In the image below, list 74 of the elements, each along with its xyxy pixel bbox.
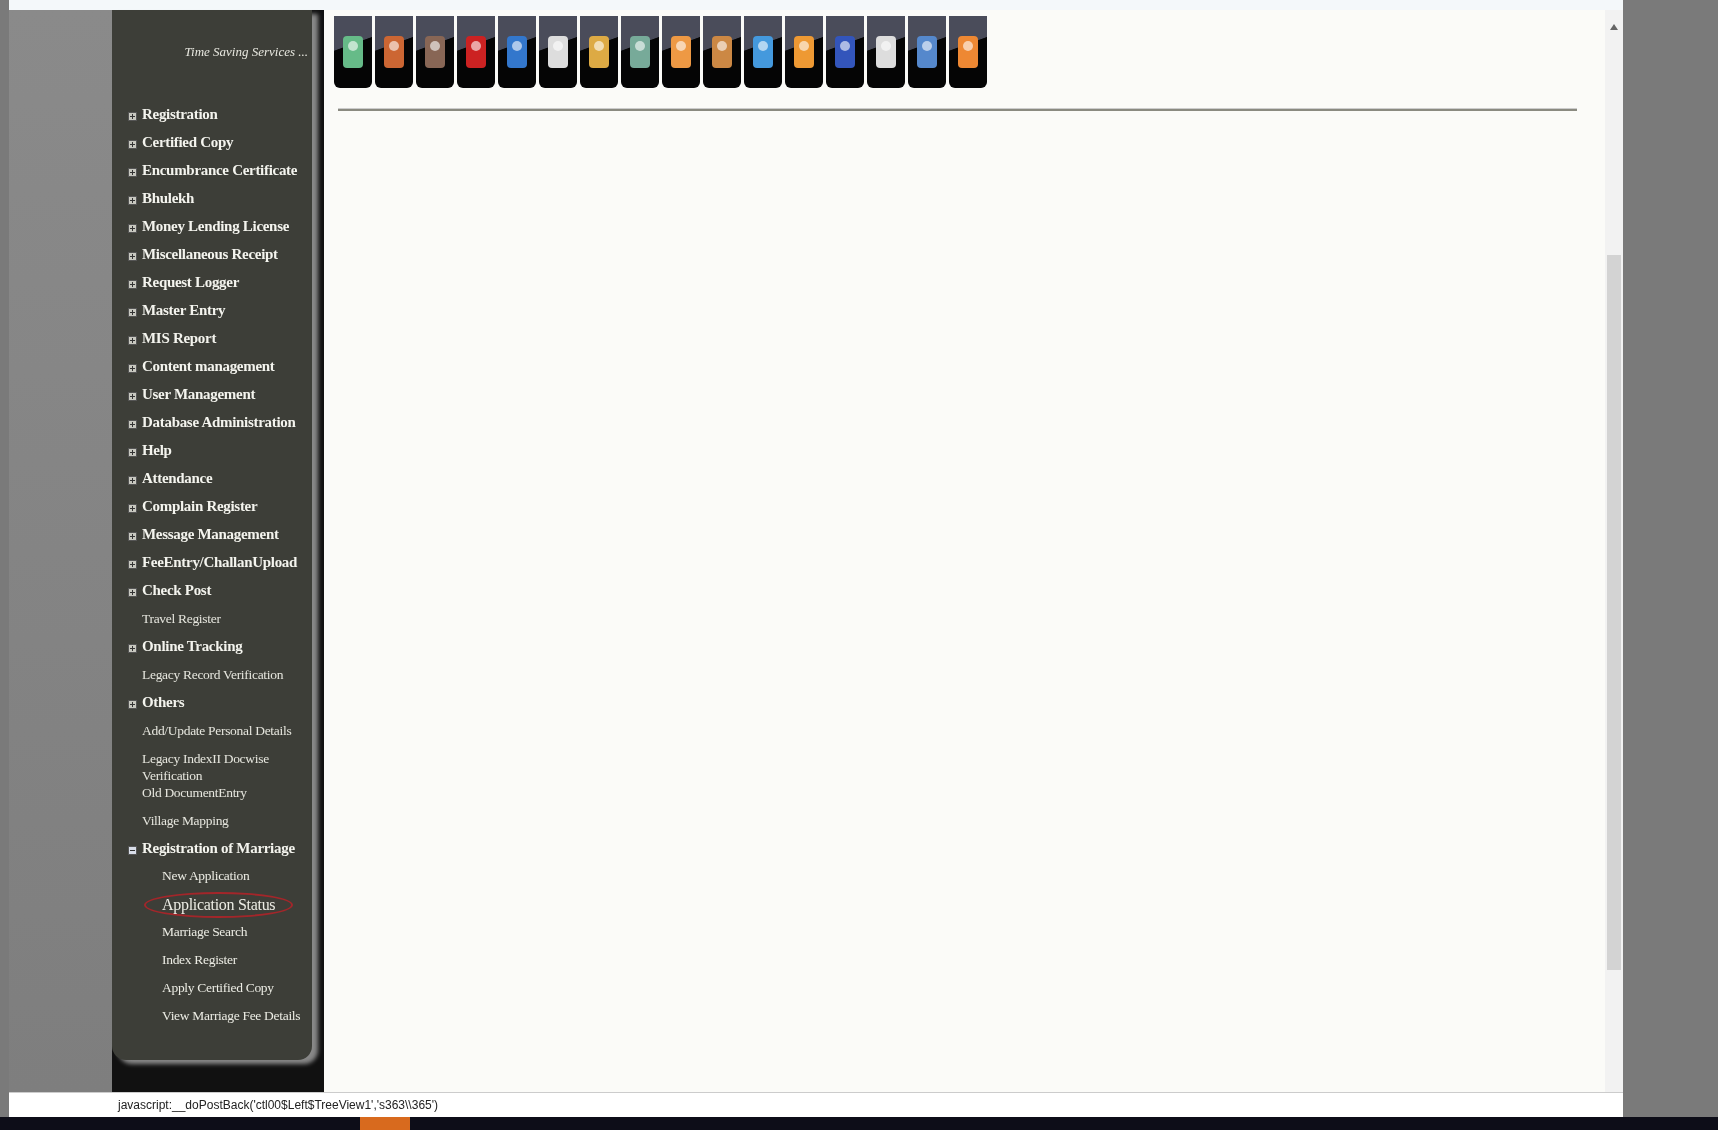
expand-icon[interactable] [128,644,137,653]
tree-item[interactable]: Others [142,694,185,711]
tree-item[interactable]: Money Lending License [142,218,290,235]
tree-item[interactable]: Miscellaneous Receipt [142,246,278,263]
collapse-icon[interactable] [128,846,137,855]
tree-item[interactable]: Certified Copy [142,134,234,151]
expand-icon[interactable] [128,224,137,233]
tree-item[interactable]: Message Management [142,526,279,543]
tree-item[interactable]: Online Tracking [142,638,243,655]
toolbar-tile[interactable] [703,16,741,88]
tree-item[interactable]: Apply Certified Copy [162,980,274,996]
toolbar-tile[interactable] [621,16,659,88]
expand-icon[interactable] [128,560,137,569]
toolbar-tile[interactable] [949,16,987,88]
expand-icon[interactable] [128,112,137,121]
toolbar-tile[interactable] [457,16,495,88]
toolbar-tile[interactable] [498,16,536,88]
tree-item[interactable]: User Management [142,386,256,403]
tagline: Time Saving Services ... [184,44,308,60]
tree-item[interactable]: Registration [142,106,218,123]
tree-item[interactable]: Marriage Search [162,924,248,940]
expand-icon[interactable] [128,196,137,205]
tree-item[interactable]: View Marriage Fee Details [162,1008,301,1024]
expand-icon[interactable] [128,308,137,317]
toolbar-tile[interactable] [908,16,946,88]
toolbar-tile[interactable] [826,16,864,88]
expand-icon[interactable] [128,280,137,289]
tree-item[interactable]: Add/Update Personal Details [142,722,292,739]
expand-icon[interactable] [128,588,137,597]
expand-icon[interactable] [128,392,137,401]
expand-icon[interactable] [128,448,137,457]
expand-icon[interactable] [128,252,137,261]
toolbar-tile[interactable] [744,16,782,88]
tree-item[interactable]: Encumbrance Certificate [142,162,298,179]
tree-item[interactable]: Legacy IndexII Docwise Verification [142,750,307,784]
scroll-up-icon[interactable] [1610,24,1618,30]
toolbar-tile[interactable] [867,16,905,88]
tree-item[interactable]: Check Post [142,582,212,599]
tree-item[interactable]: Content management [142,358,275,375]
tree-item[interactable]: Village Mapping [142,812,229,829]
scrollbar[interactable] [1605,10,1623,1092]
tree-item[interactable]: Attendance [142,470,213,487]
toolbar-tile[interactable] [785,16,823,88]
tree-item[interactable]: Bhulekh [142,190,195,207]
expand-icon[interactable] [128,504,137,513]
tree-item[interactable]: New Application [162,868,250,884]
tree-item[interactable]: Travel Register [142,610,221,627]
expand-icon[interactable] [128,168,137,177]
tree-item[interactable]: Database Administration [142,414,296,431]
tree-item[interactable]: Old DocumentEntry [142,784,247,801]
toolbar-tile[interactable] [580,16,618,88]
expand-icon[interactable] [128,364,137,373]
tree-item[interactable]: Registration of Marriage [142,840,295,857]
status-text: javascript:__doPostBack('ctl00$Left$TreeView1','s363\\365') [116,1098,439,1112]
tree-item[interactable]: MIS Report [142,330,217,347]
expand-icon[interactable] [128,336,137,345]
toolbar-tile[interactable] [416,16,454,88]
expand-icon[interactable] [128,420,137,429]
circled-tree-item[interactable]: Application Status [144,892,294,918]
expand-icon[interactable] [128,140,137,149]
tree-item[interactable]: Index Register [162,952,237,968]
toolbar-tile[interactable] [334,16,372,88]
tree-item[interactable]: FeeEntry/ChallanUpload [142,554,298,571]
tree-item[interactable]: Complain Register [142,498,258,515]
tree-item[interactable]: Help [142,442,172,459]
toolbar-tile[interactable] [375,16,413,88]
toolbar-tile[interactable] [539,16,577,88]
expand-icon[interactable] [128,532,137,541]
expand-icon[interactable] [128,700,137,709]
tree-item[interactable]: Request Logger [142,274,240,291]
tree-item[interactable]: Master Entry [142,302,226,319]
toolbar-tile[interactable] [662,16,700,88]
expand-icon[interactable] [128,476,137,485]
tree-item[interactable]: Legacy Record Verification [142,666,284,683]
